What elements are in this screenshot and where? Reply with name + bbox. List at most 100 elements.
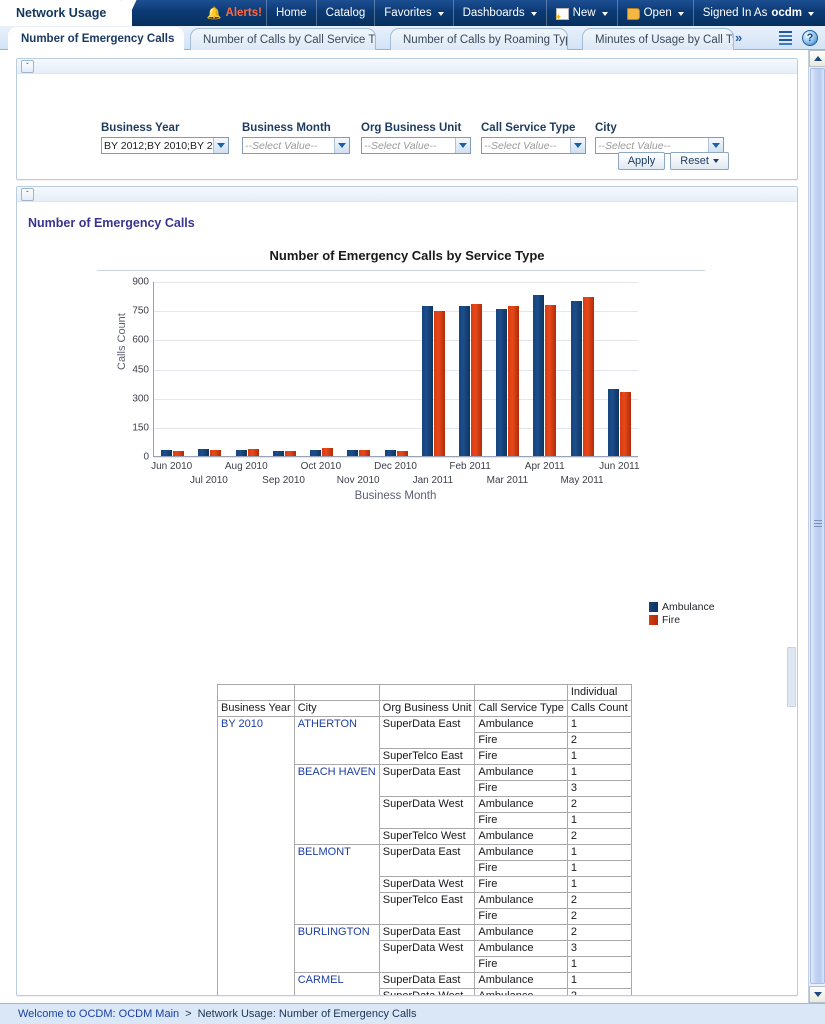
table-cell-org-business-unit[interactable]: SuperData West — [379, 941, 475, 973]
table-cell-calls-count[interactable]: 1 — [567, 957, 631, 973]
table-cell-city[interactable]: ATHERTON — [294, 717, 379, 765]
collapse-prompts-button[interactable]: ˇ — [21, 60, 34, 73]
nav-favorites[interactable]: Favorites — [374, 0, 452, 26]
table-cell-call-service-type[interactable]: Fire — [475, 749, 567, 765]
chart-bar[interactable] — [508, 306, 519, 457]
reset-button[interactable]: Reset — [670, 152, 729, 170]
table-cell-call-service-type[interactable]: Ambulance — [475, 973, 567, 989]
chart-bar[interactable] — [236, 450, 247, 456]
table-cell-call-service-type[interactable]: Ambulance — [475, 925, 567, 941]
table-cell-calls-count[interactable]: 1 — [567, 845, 631, 861]
chart-bar[interactable] — [471, 304, 482, 456]
table-cell-city[interactable]: BEACH HAVEN — [294, 765, 379, 845]
table-cell-call-service-type[interactable]: Fire — [475, 813, 567, 829]
table-cell-calls-count[interactable]: 1 — [567, 973, 631, 989]
chevron-down-icon[interactable] — [570, 138, 585, 153]
table-column-header[interactable]: Call Service Type — [475, 701, 567, 717]
chart-bar[interactable] — [496, 309, 507, 456]
nav-new[interactable]: New — [546, 0, 617, 26]
chart-bar[interactable] — [608, 389, 619, 456]
tab-number-of-emergency-calls[interactable]: Number of Emergency Calls — [8, 27, 184, 50]
chart-bar[interactable] — [422, 306, 433, 456]
table-cell-call-service-type[interactable]: Fire — [475, 957, 567, 973]
nav-dashboards[interactable]: Dashboards — [453, 0, 546, 26]
table-cell-org-business-unit[interactable]: SuperData East — [379, 973, 475, 989]
page-vertical-scrollbar[interactable] — [808, 50, 825, 1003]
table-cell-org-business-unit[interactable]: SuperData West — [379, 797, 475, 829]
scroll-up-button[interactable] — [809, 50, 825, 67]
chart-bar[interactable] — [310, 450, 321, 456]
table-cell-calls-count[interactable]: 1 — [567, 813, 631, 829]
alerts-link[interactable]: 🔔 Alerts! — [198, 0, 266, 26]
table-cell-call-service-type[interactable]: Ambulance — [475, 797, 567, 813]
table-cell-org-business-unit[interactable]: SuperData East — [379, 717, 475, 749]
collapse-report-button[interactable]: ˇ — [21, 188, 34, 201]
chart-bar[interactable] — [533, 295, 544, 456]
table-cell-calls-count[interactable]: 1 — [567, 861, 631, 877]
chart-bar[interactable] — [248, 449, 259, 456]
table-cell-org-business-unit[interactable]: SuperData West — [379, 989, 475, 997]
table-cell-calls-count[interactable]: 2 — [567, 733, 631, 749]
table-cell-calls-count[interactable]: 2 — [567, 797, 631, 813]
chart-bar[interactable] — [173, 451, 184, 456]
table-cell-call-service-type[interactable]: Fire — [475, 877, 567, 893]
table-cell-call-service-type[interactable]: Ambulance — [475, 829, 567, 845]
chart-bar[interactable] — [385, 450, 396, 456]
table-cell-calls-count[interactable]: 2 — [567, 989, 631, 997]
table-cell-org-business-unit[interactable]: SuperTelco West — [379, 829, 475, 845]
nav-home[interactable]: Home — [266, 0, 316, 26]
nav-catalog[interactable]: Catalog — [316, 0, 375, 26]
chevron-down-icon[interactable] — [708, 138, 723, 153]
table-cell-calls-count[interactable]: 1 — [567, 877, 631, 893]
chart-bar[interactable] — [273, 451, 284, 456]
footer-welcome-link[interactable]: Welcome to OCDM: OCDM Main — [18, 1008, 179, 1020]
help-icon[interactable]: ? — [802, 30, 818, 46]
business-year-select[interactable]: BY 2012;BY 2010;BY 2 — [101, 137, 229, 154]
table-cell-calls-count[interactable]: 2 — [567, 893, 631, 909]
report-inner-scrollbar[interactable] — [787, 647, 796, 707]
more-tabs-button[interactable]: » — [735, 30, 742, 45]
table-cell-call-service-type[interactable]: Ambulance — [475, 941, 567, 957]
table-cell-org-business-unit[interactable]: SuperData East — [379, 925, 475, 941]
table-cell-calls-count[interactable]: 3 — [567, 781, 631, 797]
table-cell-call-service-type[interactable]: Ambulance — [475, 765, 567, 781]
table-cell-calls-count[interactable]: 2 — [567, 925, 631, 941]
table-cell-calls-count[interactable]: 2 — [567, 909, 631, 925]
chart-bar[interactable] — [347, 450, 358, 456]
table-cell-org-business-unit[interactable]: SuperTelco East — [379, 893, 475, 925]
chart-bar[interactable] — [434, 311, 445, 456]
table-cell-call-service-type[interactable]: Fire — [475, 909, 567, 925]
chart-bar[interactable] — [571, 301, 582, 456]
table-cell-calls-count[interactable]: 1 — [567, 717, 631, 733]
table-cell-org-business-unit[interactable]: SuperData East — [379, 765, 475, 797]
chart-bar[interactable] — [161, 450, 172, 456]
dashboard-name-tab[interactable]: Network Usage — [0, 0, 132, 26]
scroll-down-button[interactable] — [809, 986, 825, 1003]
table-cell-call-service-type[interactable]: Ambulance — [475, 717, 567, 733]
table-cell-call-service-type[interactable]: Fire — [475, 733, 567, 749]
chart-bar[interactable] — [545, 305, 556, 456]
legend-item-fire[interactable]: Fire — [649, 613, 715, 626]
signed-in-as[interactable]: Signed In As ocdm — [693, 0, 823, 26]
chart-bar[interactable] — [359, 450, 370, 456]
chevron-down-icon[interactable] — [213, 138, 228, 153]
table-cell-call-service-type[interactable]: Ambulance — [475, 893, 567, 909]
table-cell-call-service-type[interactable]: Ambulance — [475, 989, 567, 997]
nav-open[interactable]: Open — [617, 0, 693, 26]
table-cell-call-service-type[interactable]: Fire — [475, 781, 567, 797]
table-column-header[interactable]: Calls Count — [567, 701, 631, 717]
business-month-select[interactable]: --Select Value-- — [242, 137, 350, 154]
chevron-down-icon[interactable] — [334, 138, 349, 153]
chevron-down-icon[interactable] — [455, 138, 470, 153]
table-column-header[interactable]: Business Year — [218, 701, 295, 717]
chart-bar[interactable] — [198, 449, 209, 456]
tab-number-of-calls-by-call-service-type[interactable]: Number of Calls by Call Service Type — [190, 28, 376, 50]
chart-bar[interactable] — [210, 450, 221, 456]
apply-button[interactable]: Apply — [618, 152, 666, 170]
table-cell-city[interactable]: CARMEL — [294, 973, 379, 997]
org-business-unit-select[interactable]: --Select Value-- — [361, 137, 471, 154]
tab-minutes-of-usage-by-call-type[interactable]: Minutes of Usage by Call Type — [582, 28, 734, 50]
table-cell-calls-count[interactable]: 3 — [567, 941, 631, 957]
table-cell-call-service-type[interactable]: Fire — [475, 861, 567, 877]
chart-bar[interactable] — [397, 451, 408, 456]
